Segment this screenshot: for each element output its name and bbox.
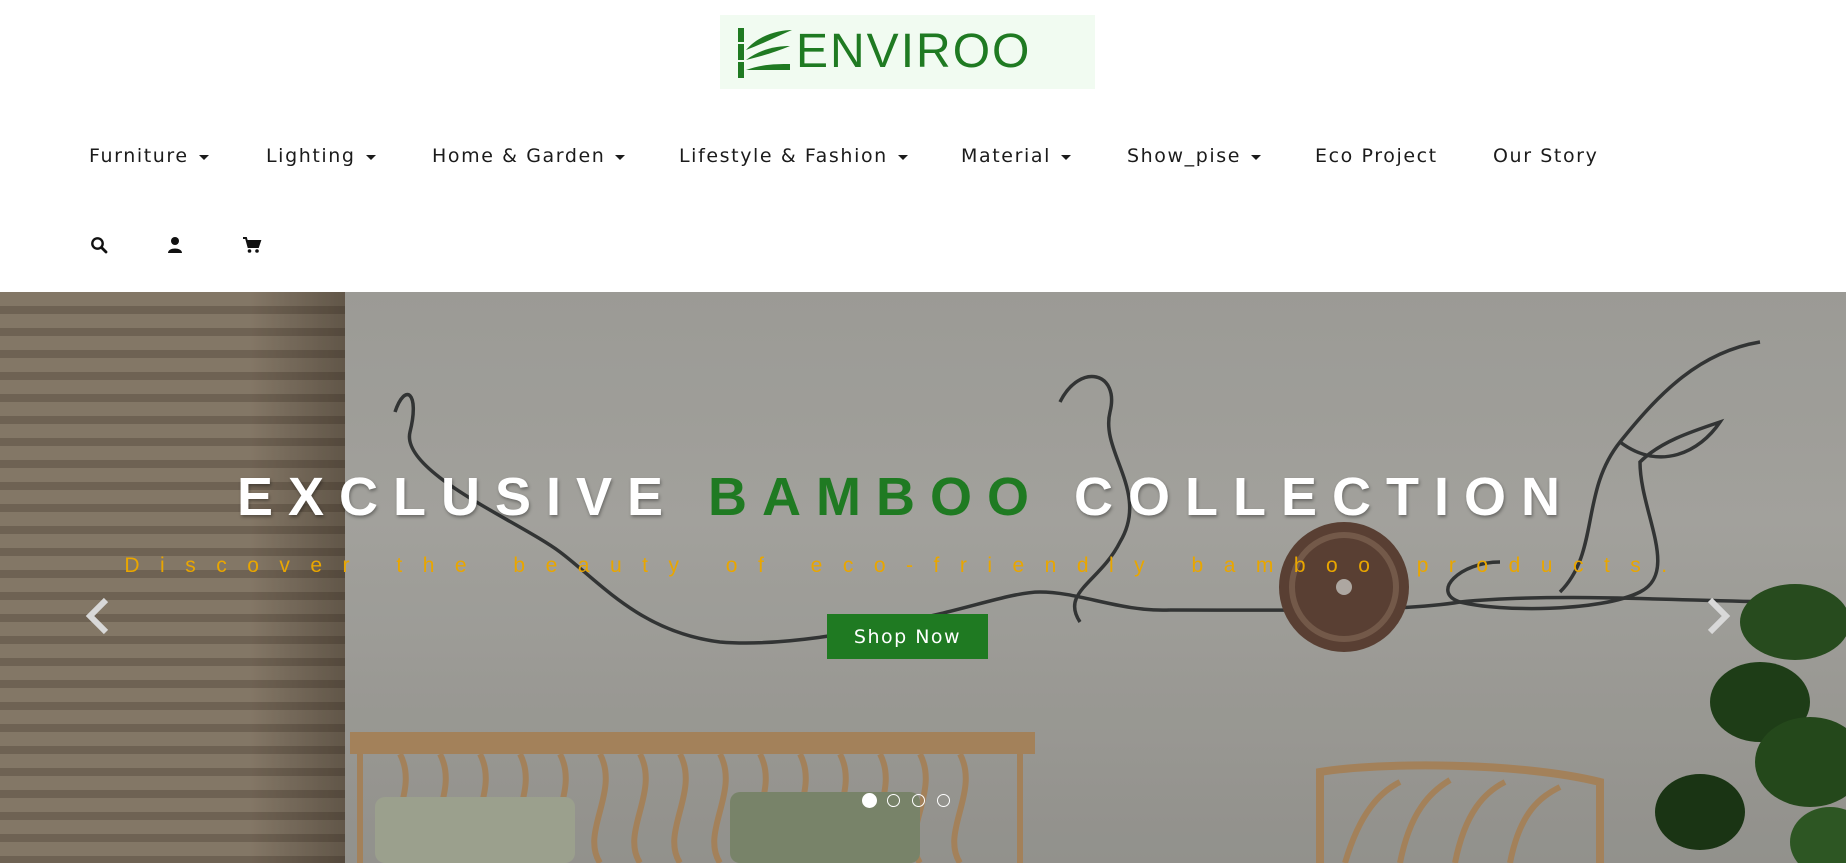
carousel-dot-2[interactable]: [887, 793, 900, 807]
caret-down-icon: [365, 154, 376, 160]
nav-item-label: Show_pise: [1127, 145, 1242, 167]
hero-title-part: COLLECTION: [1044, 467, 1576, 527]
nav-item-label: Eco Project: [1315, 145, 1438, 167]
nav-item-furniture[interactable]: Furniture: [89, 138, 209, 174]
site-header: ENVIROO Furniture Lighting Home & Garden…: [0, 0, 1846, 292]
nav-item-eco-project[interactable]: Eco Project: [1315, 138, 1438, 174]
hero-carousel: EXCLUSIVE BAMBOO COLLECTION Discover the…: [0, 292, 1846, 863]
search-icon: [91, 237, 108, 254]
search-button[interactable]: [86, 232, 112, 258]
nav-item-lifestyle-fashion[interactable]: Lifestyle & Fashion: [679, 138, 908, 174]
nav-item-label: Lifestyle & Fashion: [679, 145, 888, 167]
caret-down-icon: [615, 154, 626, 160]
caret-down-icon: [897, 154, 908, 160]
caret-down-icon: [1251, 154, 1262, 160]
carousel-next-button[interactable]: [1700, 592, 1736, 640]
hero-title-accent: BAMBOO: [708, 467, 1045, 527]
nav-item-our-story[interactable]: Our Story: [1493, 138, 1598, 174]
nav-item-home-garden[interactable]: Home & Garden: [432, 138, 626, 174]
cart-button[interactable]: [239, 232, 265, 258]
nav-item-material[interactable]: Material: [961, 138, 1071, 174]
carousel-dot-1[interactable]: [862, 792, 877, 808]
caret-down-icon: [198, 154, 209, 160]
nav-item-show-pise[interactable]: Show_pise: [1127, 138, 1262, 174]
carousel-indicators: [862, 792, 962, 808]
carousel-dot-4[interactable]: [937, 793, 950, 807]
hero-title-part: EXCLUSIVE: [236, 467, 709, 527]
hero-subtitle: Discover the beauty of eco-friendly bamb…: [124, 554, 1688, 577]
cart-icon: [243, 237, 262, 253]
bamboo-leaf-icon: [737, 28, 792, 78]
logo-wordmark: ENVIROO: [796, 25, 1032, 78]
brand-logo[interactable]: ENVIROO: [720, 15, 1095, 89]
shop-now-button[interactable]: Shop Now: [827, 614, 988, 659]
main-nav: Furniture Lighting Home & Garden Lifesty…: [0, 138, 1846, 174]
carousel-prev-button[interactable]: [80, 592, 116, 640]
nav-item-label: Lighting: [266, 145, 356, 167]
nav-item-label: Home & Garden: [432, 145, 606, 167]
carousel-dot-3[interactable]: [912, 793, 925, 807]
nav-item-label: Furniture: [89, 145, 189, 167]
account-button[interactable]: [162, 232, 188, 258]
nav-item-label: Material: [961, 145, 1051, 167]
user-icon: [168, 237, 182, 253]
nav-item-lighting[interactable]: Lighting: [266, 138, 376, 174]
hero-title: EXCLUSIVE BAMBOO COLLECTION: [0, 466, 1812, 528]
chevron-right-icon: [1707, 597, 1731, 635]
nav-item-label: Our Story: [1493, 145, 1599, 167]
caret-down-icon: [1061, 154, 1071, 160]
chevron-left-icon: [85, 597, 109, 635]
